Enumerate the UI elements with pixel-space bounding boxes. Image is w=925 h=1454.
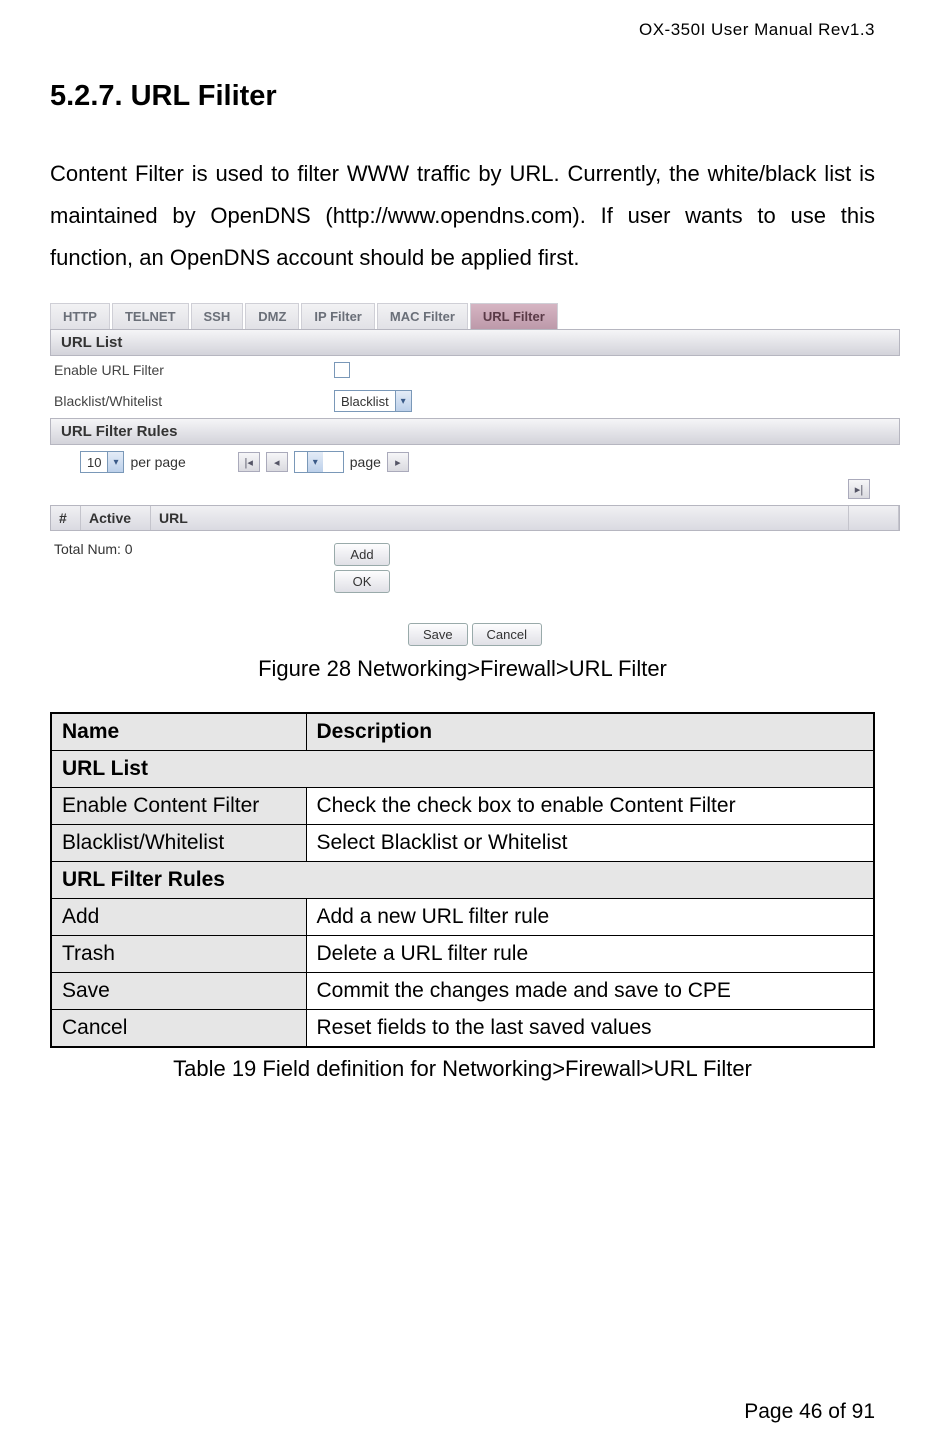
col-url: URL: [151, 506, 849, 530]
figure-caption: Figure 28 Networking>Firewall>URL Filter: [50, 656, 875, 682]
select-value: Blacklist: [335, 394, 395, 409]
table-row-desc: Reset fields to the last saved values: [306, 1010, 874, 1048]
table-row-desc: Check the check box to enable Content Fi…: [306, 788, 874, 825]
section-heading: 5.2.7. URL Filiter: [50, 80, 875, 113]
prev-page-icon[interactable]: ◂: [266, 452, 288, 472]
col-number: #: [51, 506, 81, 530]
table-row: Trash: [51, 936, 306, 973]
blacklist-whitelist-select[interactable]: Blacklist ▾: [334, 390, 412, 412]
last-page-icon[interactable]: ▸|: [848, 479, 870, 499]
per-page-label: per page: [130, 454, 185, 470]
field-definition-table: Name Description URL List Enable Content…: [50, 712, 875, 1048]
page-label: page: [350, 454, 381, 470]
tab-telnet[interactable]: TELNET: [112, 303, 189, 329]
tab-dmz[interactable]: DMZ: [245, 303, 299, 329]
tab-ssh[interactable]: SSH: [191, 303, 244, 329]
ok-button[interactable]: OK: [334, 570, 390, 593]
chevron-down-icon: ▾: [107, 452, 123, 472]
th-description: Description: [306, 713, 874, 751]
url-list-section-bar: URL List: [50, 329, 900, 356]
page-footer: Page 46 of 91: [744, 1400, 875, 1424]
total-num-label: Total Num: 0: [54, 541, 334, 557]
col-active: Active: [81, 506, 151, 530]
table-caption: Table 19 Field definition for Networking…: [50, 1056, 875, 1082]
table-row-desc: Delete a URL filter rule: [306, 936, 874, 973]
table-row: Enable Content Filter: [51, 788, 306, 825]
table-row-desc: Select Blacklist or Whitelist: [306, 825, 874, 862]
save-button[interactable]: Save: [408, 623, 468, 646]
tab-mac-filter[interactable]: MAC Filter: [377, 303, 468, 329]
url-filter-rules-section-bar: URL Filter Rules: [50, 418, 900, 445]
document-header: OX-350I User Manual Rev1.3: [50, 20, 875, 40]
first-page-icon[interactable]: |◂: [238, 452, 260, 472]
tab-row: HTTP TELNET SSH DMZ IP Filter MAC Filter…: [50, 303, 900, 329]
blacklist-whitelist-label: Blacklist/Whitelist: [54, 393, 334, 409]
table-row-desc: Add a new URL filter rule: [306, 899, 874, 936]
tab-ip-filter[interactable]: IP Filter: [301, 303, 374, 329]
rules-table-header: # Active URL: [50, 505, 900, 531]
th-name: Name: [51, 713, 306, 751]
chevron-down-icon: ▾: [395, 391, 411, 411]
table-row: Blacklist/Whitelist: [51, 825, 306, 862]
intro-paragraph: Content Filter is used to filter WWW tra…: [50, 153, 875, 278]
screenshot-figure: HTTP TELNET SSH DMZ IP Filter MAC Filter…: [50, 303, 900, 646]
col-trash: [849, 506, 899, 530]
table-section-url-filter-rules: URL Filter Rules: [51, 862, 874, 899]
add-button[interactable]: Add: [334, 543, 390, 566]
enable-url-filter-label: Enable URL Filter: [54, 362, 334, 378]
table-row-desc: Commit the changes made and save to CPE: [306, 973, 874, 1010]
next-page-icon[interactable]: ▸: [387, 452, 409, 472]
per-page-value: 10: [81, 455, 107, 470]
table-row: Save: [51, 973, 306, 1010]
enable-url-filter-checkbox[interactable]: [334, 362, 350, 378]
page-select[interactable]: ▾: [294, 451, 344, 473]
per-page-select[interactable]: 10 ▾: [80, 451, 124, 473]
tab-http[interactable]: HTTP: [50, 303, 110, 329]
cancel-button[interactable]: Cancel: [472, 623, 542, 646]
table-section-url-list: URL List: [51, 751, 874, 788]
table-row: Cancel: [51, 1010, 306, 1048]
chevron-down-icon: ▾: [307, 452, 323, 472]
table-row: Add: [51, 899, 306, 936]
tab-url-filter[interactable]: URL Filter: [470, 303, 558, 329]
